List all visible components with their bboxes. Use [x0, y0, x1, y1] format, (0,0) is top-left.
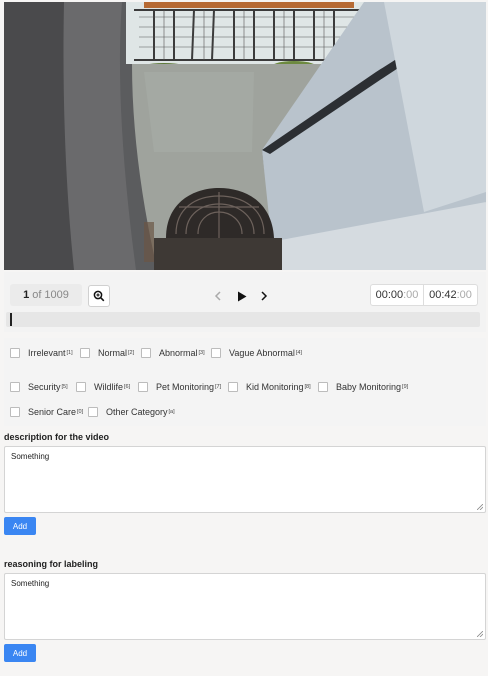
- shortcut-key: [7]: [215, 384, 222, 390]
- next-frame-button[interactable]: [254, 286, 274, 306]
- resize-handle-icon[interactable]: [477, 631, 483, 637]
- checkbox-pet-monitoring[interactable]: Pet Monitoring [7]: [138, 382, 221, 392]
- shortcut-key: [3]: [198, 350, 205, 356]
- duration-sub: :00: [456, 289, 472, 301]
- checkbox-box[interactable]: [88, 407, 98, 417]
- previous-frame-button[interactable]: [208, 286, 228, 306]
- shortcut-key: [a]: [168, 409, 175, 415]
- checkbox-box[interactable]: [228, 382, 238, 392]
- shortcut-key: [9]: [402, 384, 409, 390]
- description-text: Something: [11, 452, 50, 461]
- checkbox-box[interactable]: [138, 382, 148, 392]
- description-textarea[interactable]: Something: [4, 446, 486, 513]
- duration-main: 00:42: [429, 289, 457, 301]
- category-label: Other Category: [106, 407, 168, 417]
- playhead[interactable]: [10, 313, 12, 326]
- checkbox-wildlife[interactable]: Wildlife [6]: [76, 382, 130, 392]
- checkbox-kid-monitoring[interactable]: Kid Monitoring [8]: [228, 382, 311, 392]
- category-label: Abnormal: [159, 348, 198, 358]
- timeline-scrubber[interactable]: [6, 312, 480, 327]
- current-frame: 1: [23, 289, 30, 301]
- checkbox-box[interactable]: [10, 407, 20, 417]
- frame-counter: 1 of 1009: [10, 284, 82, 306]
- checkbox-box[interactable]: [80, 348, 90, 358]
- shortcut-key: [2]: [128, 350, 135, 356]
- checkbox-box[interactable]: [10, 382, 20, 392]
- current-time-main: 00:00: [375, 289, 404, 301]
- category-checkboxes: Irrelevant [1] Normal [2] Abnormal [3] Vagu…: [4, 338, 486, 426]
- description-label: description for the video: [4, 432, 110, 442]
- checkbox-normal[interactable]: Normal [2]: [80, 348, 134, 358]
- reasoning-add-button[interactable]: Add: [4, 644, 36, 662]
- description-add-button[interactable]: Add: [4, 517, 36, 535]
- shortcut-key: [8]: [304, 384, 311, 390]
- zoom-button[interactable]: [88, 285, 110, 307]
- shortcut-key: [4]: [295, 350, 303, 356]
- current-time-sub: :00: [403, 289, 419, 301]
- video-frame[interactable]: [4, 2, 486, 270]
- reasoning-textarea[interactable]: Something: [4, 573, 486, 640]
- category-label: Wildlife: [94, 382, 124, 392]
- category-label: Senior Care: [28, 407, 77, 417]
- category-label: Kid Monitoring: [246, 382, 304, 392]
- checkbox-baby-monitoring[interactable]: Baby Monitoring [9]: [318, 382, 408, 392]
- shortcut-key: [6]: [124, 384, 131, 390]
- reasoning-label: reasoning for labeling: [4, 559, 99, 569]
- shortcut-key: [0]: [77, 409, 84, 415]
- player-controls: 1 of 1009 00:00:00 00:42:00: [4, 272, 486, 332]
- checkbox-security[interactable]: Security [5]: [10, 382, 68, 392]
- category-label: Vague Abnormal: [229, 348, 295, 358]
- category-label: Pet Monitoring: [156, 382, 215, 392]
- checkbox-box[interactable]: [76, 382, 86, 392]
- reasoning-text: Something: [11, 579, 50, 588]
- checkbox-box[interactable]: [141, 348, 151, 358]
- chevron-left-icon: [214, 291, 221, 301]
- checkbox-box[interactable]: [10, 348, 20, 358]
- category-label: Normal: [98, 348, 128, 358]
- zoom-in-icon: [93, 290, 105, 302]
- checkbox-abnormal[interactable]: Abnormal [3]: [141, 348, 205, 358]
- current-time: 00:00:00: [370, 284, 424, 306]
- checkbox-box[interactable]: [211, 348, 221, 358]
- frame-of-label: of: [32, 289, 42, 301]
- shortcut-key: [5]: [61, 384, 68, 390]
- category-label: Baby Monitoring: [336, 382, 402, 392]
- resize-handle-icon[interactable]: [477, 504, 483, 510]
- checkbox-box[interactable]: [318, 382, 328, 392]
- reasoning-section: reasoning for labeling Something Add: [4, 557, 486, 662]
- chevron-right-icon: [261, 291, 268, 301]
- description-section: description for the video Something Add: [4, 430, 486, 535]
- shortcut-key: [1]: [66, 350, 73, 356]
- checkbox-senior-care[interactable]: Senior Care [0]: [10, 407, 83, 417]
- checkbox-vague-abnormal[interactable]: Vague Abnormal [4]: [211, 348, 302, 358]
- checkbox-irrelevant[interactable]: Irrelevant [1]: [10, 348, 73, 358]
- play-icon: [238, 291, 247, 301]
- total-frames: 1009: [44, 289, 69, 301]
- category-label: Irrelevant: [28, 348, 66, 358]
- category-label: Security: [28, 382, 61, 392]
- duration: 00:42:00: [424, 284, 478, 306]
- play-button[interactable]: [232, 286, 252, 306]
- checkbox-other-category[interactable]: Other Category [a]: [88, 407, 175, 417]
